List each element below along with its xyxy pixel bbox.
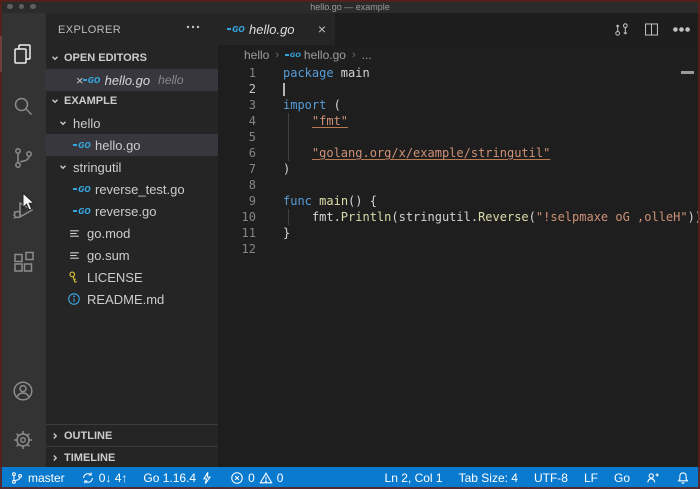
overview-ruler-marker — [681, 71, 694, 74]
go-file-icon: GO — [84, 72, 101, 88]
extensions-icon — [11, 250, 35, 274]
eol-indicator[interactable]: LF — [584, 471, 598, 485]
indent-guide — [288, 209, 289, 225]
timeline-panel-header[interactable]: TIMELINE — [46, 446, 218, 469]
search-activity-button[interactable] — [0, 83, 46, 129]
search-icon — [11, 94, 35, 118]
breadcrumb-separator: › — [275, 49, 280, 61]
info-icon — [66, 291, 82, 307]
title-bar: hello.go — example — [0, 0, 700, 13]
open-editors-header[interactable]: OPEN EDITORS — [46, 47, 218, 69]
chevron-right-icon — [50, 431, 60, 441]
chevron-down-icon — [50, 96, 60, 106]
breadcrumb-symbol[interactable]: ... — [362, 48, 372, 62]
cursor-position-indicator[interactable]: Ln 2, Col 1 — [385, 471, 443, 485]
open-changes-icon[interactable] — [613, 21, 630, 38]
mouse-pointer — [22, 192, 35, 211]
tree-item-hello-go[interactable]: GO hello.go — [46, 134, 218, 156]
sync-icon — [81, 471, 95, 485]
error-icon — [230, 471, 244, 485]
chevron-down-icon — [58, 162, 68, 172]
breadcrumb-file[interactable]: hello.go — [304, 48, 346, 62]
open-editor-hello-go[interactable]: × GO hello.go hello — [46, 69, 218, 91]
tree-item-readme[interactable]: README.md — [46, 288, 218, 310]
lines-file-icon — [66, 247, 82, 263]
lines-file-icon — [66, 225, 82, 241]
tree-item-reverse-test-go[interactable]: GO reverse_test.go — [46, 178, 218, 200]
breadcrumb-folder[interactable]: hello — [244, 48, 269, 62]
indent-guide — [288, 113, 289, 161]
encoding-indicator[interactable]: UTF-8 — [534, 471, 568, 485]
code-editor[interactable]: 1 package main 2 3 import ( 4 "fmt" 5 6 "g… — [218, 65, 700, 257]
text-cursor — [283, 83, 285, 96]
account-icon — [11, 379, 35, 403]
git-branch-icon — [10, 471, 24, 485]
chevron-down-icon — [50, 53, 60, 63]
source-control-icon — [11, 146, 35, 170]
split-editor-icon[interactable] — [643, 21, 660, 38]
tree-item-go-sum[interactable]: go.sum — [46, 244, 218, 266]
explorer-activity-button[interactable] — [0, 31, 46, 77]
settings-button[interactable] — [0, 417, 46, 463]
tree-item-license[interactable]: LICENSE — [46, 266, 218, 288]
chevron-right-icon — [50, 453, 60, 463]
status-bar: master 0↓ 4↑ Go 1.16.4 0 0 Ln 2, Col 1 T… — [0, 467, 700, 489]
more-actions-icon[interactable] — [673, 21, 690, 38]
bolt-icon — [200, 471, 214, 485]
explorer-sidebar: EXPLORER OPEN EDITORS × GO hello.go hell… — [46, 13, 218, 467]
sync-indicator[interactable]: 0↓ 4↑ — [81, 471, 127, 485]
warning-icon — [259, 471, 273, 485]
tree-item-stringutil[interactable]: stringutil — [46, 156, 218, 178]
license-key-icon — [66, 269, 82, 285]
go-file-icon: GO — [74, 181, 91, 197]
tree-item-go-mod[interactable]: go.mod — [46, 222, 218, 244]
go-file-icon: GO — [74, 137, 91, 153]
notifications-bell-icon[interactable] — [676, 471, 690, 485]
chevron-down-icon — [58, 118, 68, 128]
go-file-icon: GO — [74, 203, 91, 219]
branch-indicator[interactable]: master — [10, 471, 65, 485]
sidebar-title: EXPLORER — [58, 24, 122, 36]
language-indicator[interactable]: Go — [614, 471, 630, 485]
source-control-activity-button[interactable] — [0, 135, 46, 181]
outline-panel-header[interactable]: OUTLINE — [46, 424, 218, 447]
extensions-activity-button[interactable] — [0, 239, 46, 285]
settings-gear-icon — [11, 428, 35, 452]
views-more-actions-icon[interactable] — [186, 25, 200, 29]
example-folder-header[interactable]: EXAMPLE — [46, 90, 218, 112]
breadcrumb-separator: › — [351, 49, 356, 61]
close-tab-icon[interactable]: × — [318, 22, 326, 36]
go-file-icon: GO — [228, 21, 245, 37]
files-icon — [11, 42, 35, 66]
window-title: hello.go — example — [310, 1, 390, 12]
tab-hello-go[interactable]: GO hello.go × — [218, 13, 335, 45]
tree-item-reverse-go[interactable]: GO reverse.go — [46, 200, 218, 222]
tab-bar: GO hello.go × — [218, 13, 700, 45]
feedback-icon[interactable] — [646, 471, 660, 485]
import-link-stringutil[interactable]: "golang.org/x/example/stringutil" — [312, 146, 550, 160]
go-version-indicator[interactable]: Go 1.16.4 — [143, 471, 214, 485]
tree-item-hello[interactable]: hello — [46, 112, 218, 134]
go-file-icon: GO — [285, 51, 301, 59]
tab-size-indicator[interactable]: Tab Size: 4 — [459, 471, 518, 485]
editor-group: GO hello.go × hello › GO hello.go › ... … — [218, 13, 700, 467]
account-button[interactable] — [0, 368, 46, 414]
problems-indicator[interactable]: 0 0 — [230, 471, 283, 485]
import-link-fmt[interactable]: "fmt" — [312, 114, 348, 128]
file-tree: hello GO hello.go stringutil GO reverse_… — [46, 112, 218, 310]
breadcrumb: hello › GO hello.go › ... — [218, 45, 700, 65]
activity-bar — [0, 13, 46, 467]
